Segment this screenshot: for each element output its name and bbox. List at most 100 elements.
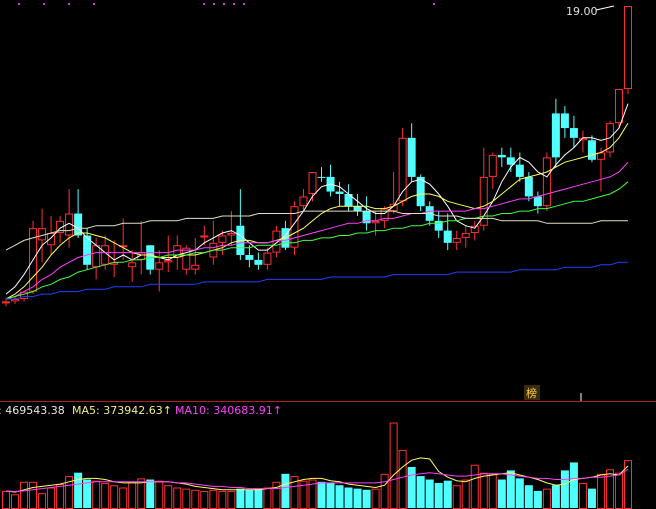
volume-bar-up xyxy=(101,482,110,509)
candle-body-down xyxy=(524,176,533,197)
volume-bar-up xyxy=(110,485,119,509)
header-dot xyxy=(433,3,435,5)
candle-body-down xyxy=(551,113,560,158)
header-dot xyxy=(18,3,20,5)
volume-bar-down xyxy=(353,488,362,508)
candle-body-down xyxy=(317,176,326,178)
header-dot xyxy=(233,3,235,5)
volume-bar-down xyxy=(524,485,533,508)
volume-bar-up xyxy=(29,481,38,509)
volume-bar-up xyxy=(470,464,479,509)
volume-bar-up xyxy=(218,490,227,509)
candle-body-up xyxy=(461,233,470,238)
volume-bar-up xyxy=(578,482,587,509)
candle-body-up xyxy=(263,252,272,265)
volume-legend-ma10: MA10: 340683.91↑ xyxy=(175,404,282,417)
volume-bar-up xyxy=(191,489,200,509)
candle-body-up xyxy=(227,233,236,236)
volume-bar-down xyxy=(146,479,155,508)
candle-body-up xyxy=(624,6,632,90)
volume-bar-up xyxy=(488,473,497,509)
candle-body-down xyxy=(569,128,578,138)
volume-bar-up xyxy=(542,488,551,509)
volume-bar-up xyxy=(227,490,236,509)
volume-bar-up xyxy=(47,487,56,509)
volume-bar-up xyxy=(38,493,47,509)
candle-body-up xyxy=(596,152,605,160)
volume-bar-up xyxy=(119,487,128,509)
volume-bar-up xyxy=(389,422,398,509)
candle-body-up xyxy=(164,259,173,263)
volume-bar-down xyxy=(281,473,290,508)
volume-bar-up xyxy=(182,488,191,509)
candle-body-up xyxy=(299,196,308,207)
volume-bar-down xyxy=(407,466,416,508)
volume-bar-up xyxy=(92,480,101,509)
volume-bar-up xyxy=(452,485,461,509)
volume-bar-down xyxy=(254,488,263,508)
candle-body-down xyxy=(245,255,254,260)
header-dot xyxy=(203,3,205,5)
volume-legend: : 469543.38 MA5: 373942.63↑ MA10: 340683… xyxy=(0,404,282,417)
header-dot xyxy=(213,3,215,5)
candle-body-up xyxy=(578,137,587,141)
candle-body-down xyxy=(335,191,344,194)
candle-body-up xyxy=(452,237,461,243)
candle-body-up xyxy=(191,264,200,270)
volume-bar-down xyxy=(362,489,371,508)
volume-bar-down xyxy=(425,479,434,508)
candle-body-down xyxy=(560,113,569,129)
volume-bar-up xyxy=(128,481,137,509)
candle-body-down xyxy=(515,164,524,177)
candle-body-up xyxy=(542,157,551,207)
volume-bar-up xyxy=(263,487,272,509)
volume-bar-up xyxy=(155,480,164,509)
candle-body-down xyxy=(74,213,83,236)
candle-body-down xyxy=(497,154,506,158)
volume-legend-value: : 469543.38 xyxy=(0,404,65,417)
volume-bar-down xyxy=(533,490,542,508)
candle-body-down xyxy=(407,137,416,177)
candle-body-up xyxy=(92,245,101,268)
candle-body-up xyxy=(218,235,227,243)
volume-bar-down xyxy=(551,485,560,508)
volume-bar-up xyxy=(11,494,20,509)
volume-bar-down xyxy=(245,489,254,508)
header-dot xyxy=(68,3,70,5)
volume-bar-up xyxy=(200,490,209,509)
volume-bar-up xyxy=(164,485,173,509)
candle-body-down xyxy=(587,140,596,160)
candle-body-up xyxy=(614,89,623,124)
candle-body-up xyxy=(2,301,10,304)
candle-body-up xyxy=(128,262,137,268)
volume-bar-down xyxy=(335,485,344,508)
volume-bar-down xyxy=(569,462,578,508)
badge-label: 榜 xyxy=(526,386,537,400)
volume-legend-ma5: MA5: 373942.63↑ xyxy=(72,404,172,417)
candle-body-up xyxy=(155,262,164,270)
volume-bar-up xyxy=(56,484,65,509)
volume-bar-down xyxy=(236,488,245,508)
candle-body-up xyxy=(11,298,20,302)
stock-chart: 19.00 榜 : 469543.38 MA5: 373942.63↑ MA10… xyxy=(0,0,656,509)
candle-body-up xyxy=(272,230,281,253)
candle-body-up xyxy=(182,247,191,270)
volume-bar-up xyxy=(173,487,182,509)
volume-bar-up xyxy=(20,481,29,509)
volume-bar-down xyxy=(560,470,569,508)
candle-body-down xyxy=(533,196,542,207)
volume-bar-up xyxy=(371,488,380,509)
volume-bar-up xyxy=(398,449,407,509)
header-dot xyxy=(223,3,225,5)
candle-body-down xyxy=(353,206,362,212)
candle-body-down xyxy=(254,259,263,265)
volume-bar-up xyxy=(614,472,623,509)
volume-bar-up xyxy=(209,489,218,509)
candle-body-down xyxy=(443,230,452,243)
volume-bar-down xyxy=(83,479,92,508)
volume-bar-down xyxy=(317,481,326,508)
volume-bar-down xyxy=(344,487,353,508)
volume-bar-up xyxy=(380,473,389,509)
header-dot xyxy=(43,3,45,5)
volume-bar-down xyxy=(416,476,425,508)
